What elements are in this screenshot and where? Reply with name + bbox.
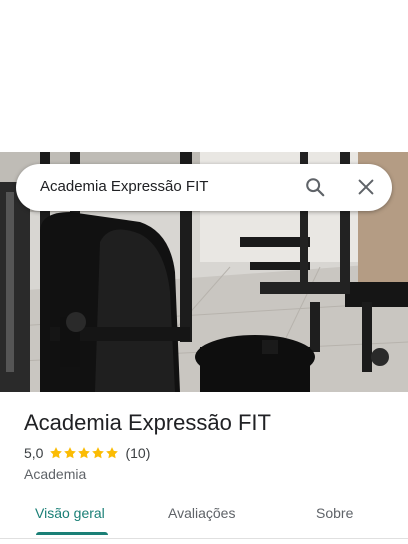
star-icon [64,447,77,459]
divider [0,538,408,539]
search-icon[interactable] [304,176,326,198]
star-icon [78,447,91,459]
active-tab-indicator [36,532,108,535]
rating-stars [49,446,119,460]
star-icon [106,447,119,459]
search-bar[interactable]: Academia Expressão FIT [16,164,392,211]
tab-bar: Visão geral Avaliações Sobre [0,496,408,536]
place-category[interactable]: Academia [24,466,86,482]
rating-row[interactable]: 5,0 (10) [24,444,150,462]
tab-reviews[interactable]: Avaliações [168,505,235,521]
search-input[interactable]: Academia Expressão FIT [40,178,208,195]
tab-about[interactable]: Sobre [316,505,353,521]
star-icon [92,447,105,459]
review-count[interactable]: (10) [125,445,150,461]
tab-overview[interactable]: Visão geral [35,505,105,521]
close-icon[interactable] [355,176,377,198]
star-icon [50,447,63,459]
rating-value: 5,0 [24,445,44,461]
place-title: Academia Expressão FIT [24,410,271,435]
